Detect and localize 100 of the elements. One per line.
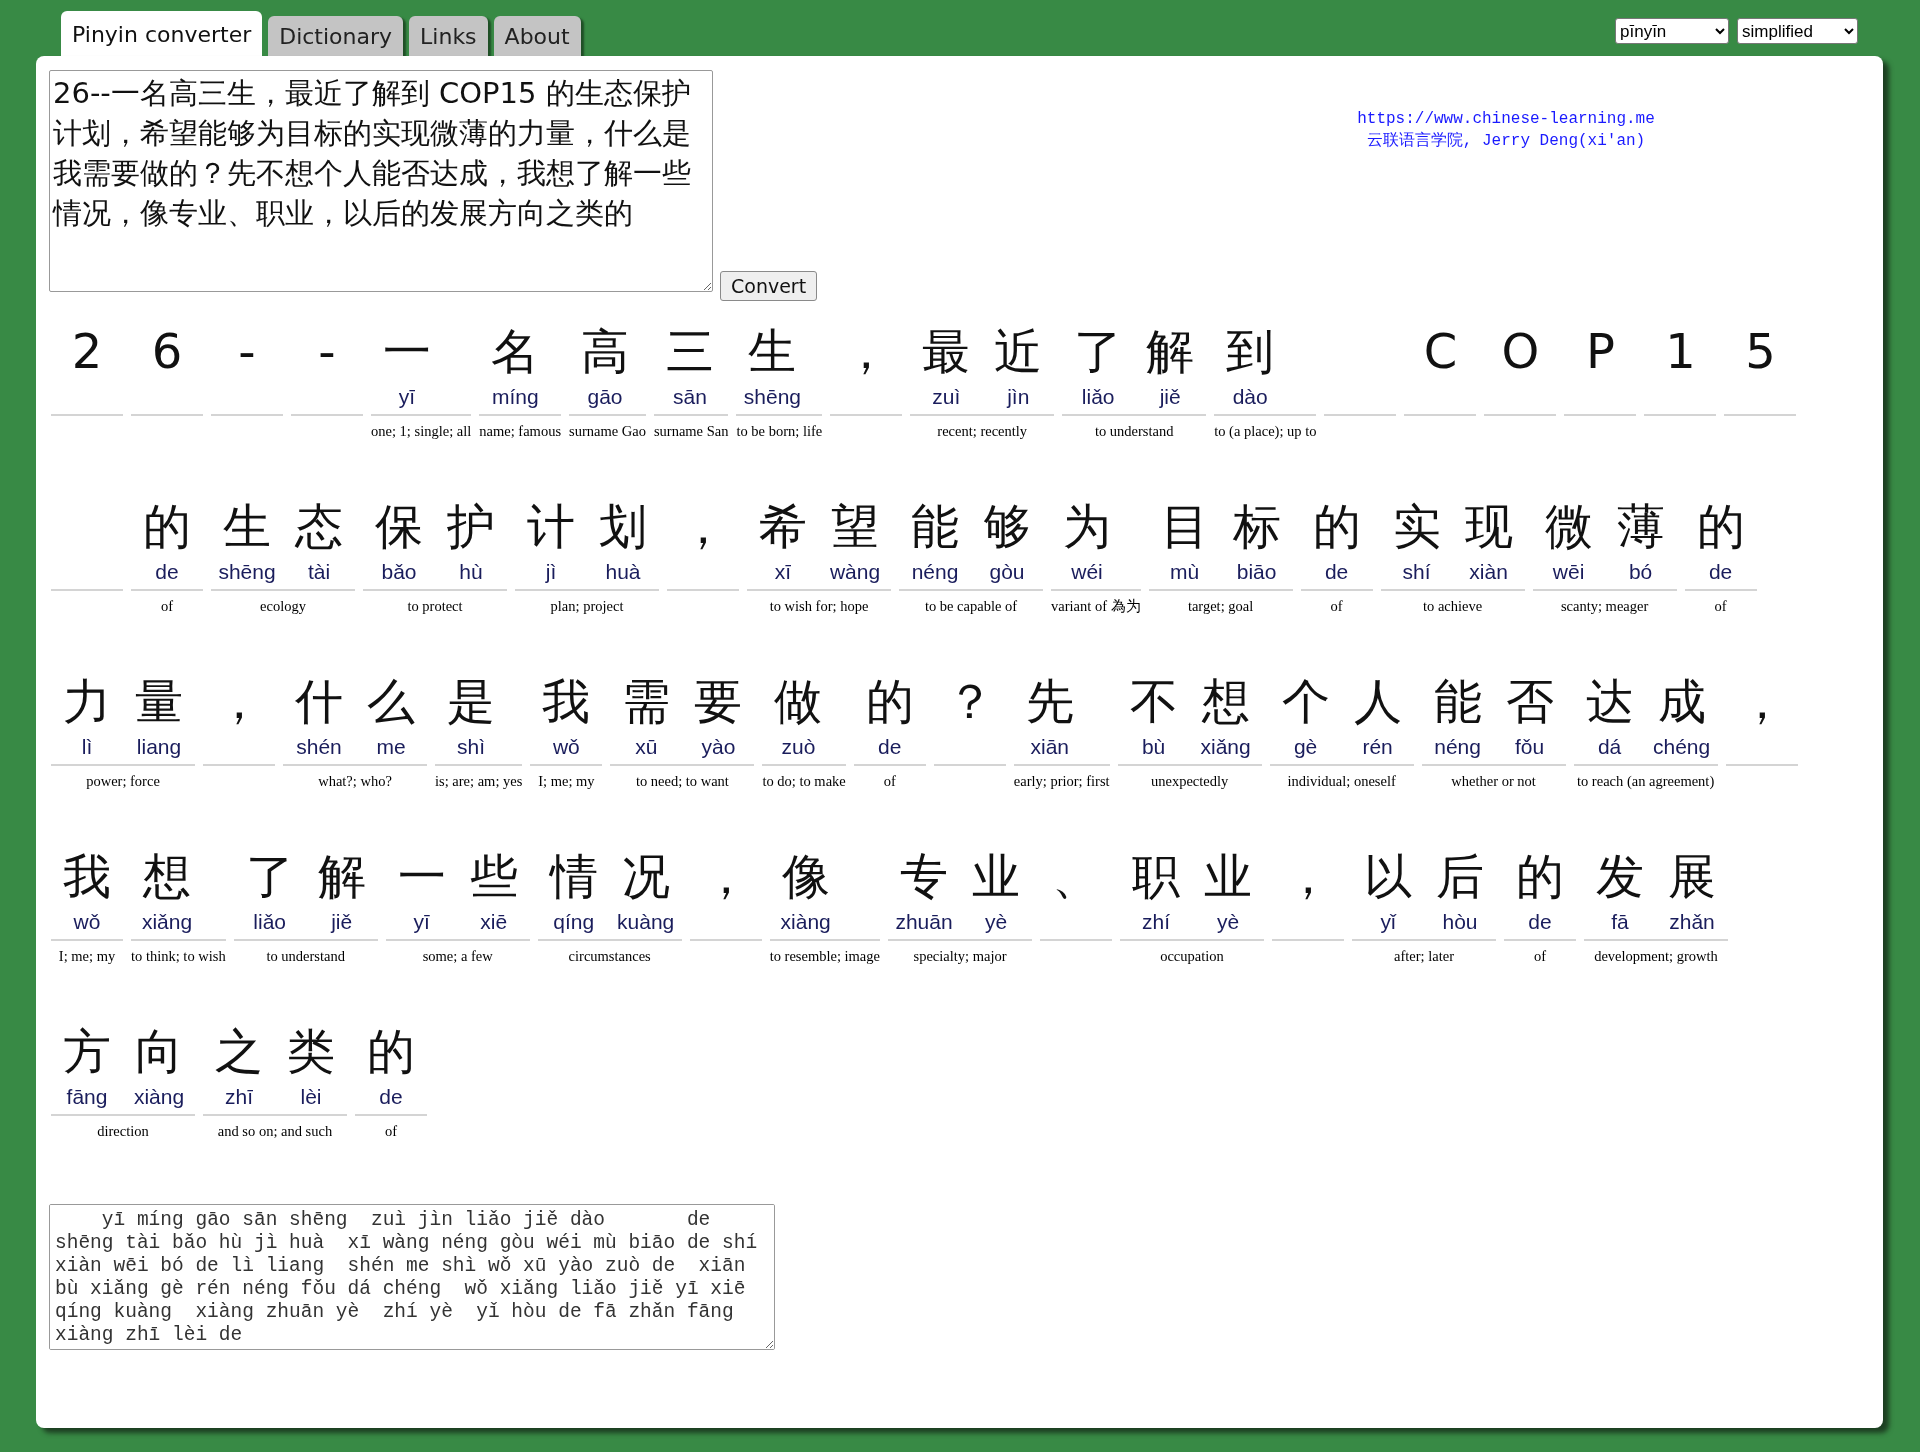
hanzi: ？ — [945, 672, 994, 731]
gloss-text: to (a place); up to — [1214, 422, 1317, 441]
dropdown[interactable]: pīnyīn — [1615, 18, 1729, 44]
pinyin-text: de — [155, 560, 179, 583]
hanzi: 6 — [151, 322, 183, 381]
pinyin-text: fǒu — [1515, 735, 1545, 758]
convert-button[interactable]: Convert — [720, 271, 818, 301]
gloss-text: recent; recently — [937, 422, 1028, 441]
pinyin-text: xiǎng — [1200, 735, 1251, 758]
pinyin-text: yè — [984, 910, 1008, 933]
hanzi: 什 — [295, 672, 343, 731]
hanzi: 了 — [1074, 322, 1123, 381]
pinyin-text: yī — [398, 385, 416, 408]
pinyin-text: wéi — [1071, 560, 1103, 583]
pinyin-text: jiě — [1159, 385, 1181, 408]
pinyin-text: tài — [307, 560, 331, 583]
gloss-text: circumstances — [568, 947, 651, 966]
hanzi: 发 — [1596, 847, 1644, 906]
gloss-text: whether or not — [1451, 772, 1536, 791]
gloss-text: ecology — [260, 597, 306, 616]
pinyin-text: hòu — [1442, 910, 1478, 933]
hanzi: 我 — [63, 847, 111, 906]
pinyin-text: lèi — [300, 1085, 322, 1108]
hanzi: 了 — [245, 847, 294, 906]
pinyin-text: bù — [1141, 735, 1166, 758]
hanzi: ， — [679, 497, 727, 556]
gloss-text: plan; project — [550, 597, 624, 616]
pinyin-text: rén — [1362, 735, 1393, 758]
hanzi: 先 — [1025, 672, 1074, 731]
dropdown[interactable]: simplified — [1737, 18, 1858, 44]
pinyin-text: xiàng — [780, 910, 831, 933]
gloss-text: direction — [97, 1122, 149, 1141]
tab[interactable]: Pinyin converter — [61, 11, 263, 56]
pinyin-text: dào — [1232, 385, 1268, 408]
hanzi: 解 — [317, 847, 366, 906]
gloss-text: variant of 為为 — [1051, 597, 1141, 616]
pinyin-text: me — [376, 735, 406, 758]
pinyin-text: zhuān — [895, 910, 953, 933]
pinyin-text: de — [878, 735, 902, 758]
pinyin-output-field[interactable]: yī míng gāo sān shēng zuì jìn liǎo jiě dào de shēng tài bǎo hù jì huà xī wàng néng gòu wéi mù biāo de shí xiàn wēi bó de lì liang shén me shì wǒ xū yào zuò de xiān bù xiǎng gè rén néng fǒu dá chéng wǒ xiǎng liǎo jiě yī xiē qíng kuàng xiàng zhuān yè zhí yè yǐ hòu de fā zhǎn fāng xiàng zhī lèi de — [49, 1204, 775, 1350]
hanzi: 计 — [527, 497, 575, 556]
hanzi: 到 — [1226, 322, 1275, 381]
gloss-text: to protect — [407, 597, 463, 616]
gloss-text: to reach (an agreement) — [1576, 772, 1715, 791]
pinyin-text: de — [1528, 910, 1552, 933]
hanzi: - — [238, 322, 256, 381]
hanzi: 个 — [1281, 672, 1330, 731]
hanzi: 需 — [622, 672, 671, 731]
pinyin-text: gāo — [587, 385, 623, 408]
hanzi: 不 — [1129, 672, 1178, 731]
hanzi: 态 — [295, 497, 343, 556]
pinyin-text: wàng — [829, 560, 881, 583]
pinyin-text: zuì — [932, 385, 961, 408]
credit-text: 云联语言学院, Jerry Deng(xi'an) — [1366, 132, 1646, 150]
pinyin-text: dá — [1597, 735, 1622, 758]
pinyin-text: jì — [545, 560, 557, 583]
hanzi: 生 — [223, 497, 271, 556]
hanzi: 2 — [71, 322, 103, 381]
hanzi: 向 — [135, 1022, 183, 1081]
pinyin-text: shén — [296, 735, 342, 758]
gloss-text: individual; oneself — [1287, 772, 1396, 791]
gloss-text: of — [1533, 947, 1547, 966]
gloss-text: of — [1330, 597, 1343, 616]
website-link[interactable]: https://www.chinese-learning.me — [1357, 110, 1655, 128]
tab[interactable]: Links — [409, 16, 488, 56]
gloss-text: name; famous — [479, 422, 562, 441]
gloss-text: of — [883, 772, 896, 791]
gloss-text: unexpectedly — [1150, 772, 1229, 791]
gloss-text: to need; to want — [635, 772, 729, 791]
tab[interactable]: Dictionary — [268, 16, 404, 56]
hanzi: 薄 — [1616, 497, 1665, 556]
gloss-text: scanty; meager — [1560, 597, 1649, 616]
chinese-input-field[interactable]: 26--一名高三生，最近了解到 COP15 的生态保护计划，希望能够为目标的实现微薄的力量，什么是我需要做的？先不想个人能否达成，我想了解一些情况，像专业、职业，以后的发展方向之类的 — [49, 70, 713, 292]
hanzi: 业 — [1204, 847, 1252, 906]
hanzi: 以 — [1364, 847, 1412, 906]
gloss-text: what?; who? — [318, 772, 392, 791]
hanzi: 后 — [1436, 847, 1484, 906]
hanzi: 么 — [367, 672, 415, 731]
gloss-text: to understand — [266, 947, 345, 966]
pinyin-text: hù — [459, 560, 483, 583]
pinyin-text: liǎo — [253, 910, 286, 933]
hanzi: 是 — [447, 672, 495, 731]
hanzi: 能 — [1433, 672, 1482, 731]
tab[interactable]: About — [493, 16, 581, 56]
gloss-text: some; a few — [422, 947, 493, 966]
pinyin-text: zhī — [225, 1085, 253, 1108]
pinyin-text: gòu — [989, 560, 1025, 583]
hanzi: 为 — [1063, 497, 1111, 556]
pinyin-text: chéng — [1653, 735, 1711, 758]
hanzi: 方 — [63, 1022, 111, 1081]
pinyin-text: yè — [1216, 910, 1240, 933]
pinyin-text: de — [1324, 560, 1349, 583]
hanzi: 想 — [143, 847, 191, 906]
hanzi: 人 — [1353, 672, 1402, 731]
pinyin-text: zhǎn — [1669, 910, 1715, 933]
pinyin-text: fāng — [66, 1085, 108, 1108]
pinyin-text: shēng — [218, 560, 276, 583]
hanzi: P — [1586, 322, 1615, 381]
hanzi: 划 — [599, 497, 647, 556]
pinyin-text: wǒ — [73, 910, 101, 933]
